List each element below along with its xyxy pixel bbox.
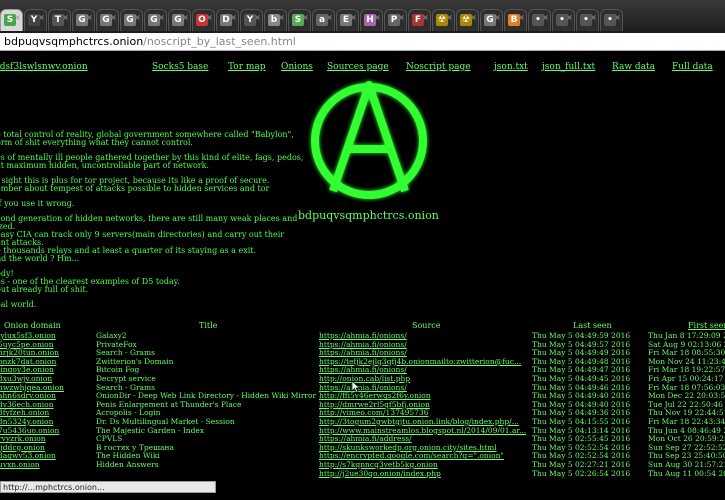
intro-line: out already full of shit. [0, 285, 89, 294]
close-tab-icon[interactable]: × [254, 13, 261, 23]
close-tab-icon[interactable]: × [278, 13, 285, 23]
column-header-title[interactable]: Title [199, 321, 217, 330]
column-header-first-seen[interactable]: First seen [688, 321, 725, 330]
nav-link-raw-data[interactable]: Raw data [612, 62, 655, 72]
last-seen: Thu May 5 02:26:54 2016 [532, 468, 631, 478]
browser-tab[interactable]: D × [216, 9, 239, 31]
close-tab-icon[interactable]: × [446, 13, 453, 23]
nav-link-full-data[interactable]: Full data [672, 62, 713, 72]
nav-link-tor-map[interactable]: Tor map [228, 62, 266, 72]
browser-tab[interactable]: G × [168, 9, 191, 31]
nav-link-json-full[interactable]: json_full.txt [542, 62, 595, 72]
close-tab-icon[interactable]: × [614, 13, 621, 23]
browser-tab[interactable]: S × [0, 9, 23, 31]
column-header-last-seen[interactable]: Last seen [573, 321, 612, 330]
intro-line: if you use it wrong. [0, 199, 75, 208]
close-tab-icon[interactable]: × [230, 13, 237, 23]
onion-domain-link[interactable]: uvxn.onion [0, 460, 40, 470]
browser-tab[interactable]: O × [192, 9, 215, 31]
close-tab-icon[interactable]: × [14, 13, 21, 23]
close-tab-icon[interactable]: × [62, 13, 69, 23]
browser-tab[interactable]: Y × [24, 9, 47, 31]
browser-tab[interactable]: E × [336, 9, 359, 31]
browser-tab[interactable]: G × [96, 9, 119, 31]
close-tab-icon[interactable]: × [38, 13, 45, 23]
tab-bar: S × Y × T × G × G × G × G × G × O × D × Y × b × S × a × E × H × P × F × ☢ × ☢ ×… [0, 0, 725, 34]
browser-tab[interactable]: S × [288, 9, 311, 31]
intro-line: cond generation of hidden networks, ther… [0, 214, 298, 223]
url-host: bdpuqvsqmphctrcs.onion [4, 35, 144, 48]
close-tab-icon[interactable]: × [110, 13, 117, 23]
close-tab-icon[interactable]: × [590, 13, 597, 23]
close-tab-icon[interactable]: × [542, 13, 549, 23]
first-seen: Thu Aug 11 00:54 2015 [648, 468, 725, 478]
close-tab-icon[interactable]: × [470, 13, 477, 23]
browser-tab[interactable]: Y × [240, 9, 263, 31]
close-tab-icon[interactable]: × [374, 13, 381, 23]
column-header-source[interactable]: Source [412, 321, 441, 330]
nav-link-onions[interactable]: Onions [281, 62, 313, 72]
browser-tab[interactable]: H × [360, 9, 383, 31]
browser-tab[interactable]: • × [552, 9, 575, 31]
browser-tab[interactable]: ☢ × [432, 9, 455, 31]
intro-line: nd the world ? Hm... [0, 254, 80, 263]
browser-tab[interactable]: B × [504, 9, 527, 31]
nav-link-noscript-page[interactable]: Noscript page [406, 62, 471, 72]
close-tab-icon[interactable]: × [134, 13, 141, 23]
close-tab-icon[interactable]: × [326, 13, 333, 23]
intro-line: ember about tempest of attacks possible … [0, 184, 270, 193]
close-tab-icon[interactable]: × [158, 13, 165, 23]
url-path: /noscript_by_last_seen.html [143, 35, 296, 48]
browser-tab[interactable]: • × [600, 9, 623, 31]
mouse-cursor-icon [351, 381, 361, 393]
intro-line: eal world. [0, 300, 37, 309]
close-tab-icon[interactable]: × [518, 13, 525, 23]
browser-tab[interactable]: G × [120, 9, 143, 31]
browser-tab[interactable]: T × [48, 9, 71, 31]
source-link[interactable]: http://j2ue30qo.onion/index.php [319, 469, 441, 479]
close-tab-icon[interactable]: × [422, 13, 429, 23]
table-row: http://j2ue30qo.onion/index.php Thu May 5… [0, 468, 725, 479]
intro-line: orm of shit everything what they cannot … [0, 138, 193, 147]
browser-tab[interactable]: G × [144, 9, 167, 31]
column-header-onion-domain[interactable]: Onion domain [4, 321, 61, 330]
browser-tab[interactable]: G × [72, 9, 95, 31]
browser-tab[interactable]: F × [408, 9, 431, 31]
browser-tab[interactable]: a × [312, 9, 335, 31]
nav-link-onion[interactable]: hdsf3lswlsnwv.onion [0, 62, 88, 72]
browser-tab[interactable]: b × [264, 9, 287, 31]
browser-tab[interactable]: • × [576, 9, 599, 31]
site-name: bdpuqvsqmphctrcs.onion [298, 209, 439, 222]
close-tab-icon[interactable]: × [302, 13, 309, 23]
browser-tab[interactable]: P × [384, 9, 407, 31]
browser-tab[interactable]: ☢ × [456, 9, 479, 31]
close-tab-icon[interactable]: × [182, 13, 189, 23]
browser-tab[interactable]: G × [480, 9, 503, 31]
nav-link-socks5-base[interactable]: Socks5 base [152, 62, 208, 72]
close-tab-icon[interactable]: × [86, 13, 93, 23]
browser-tab[interactable]: • × [528, 9, 551, 31]
nav-link-sources-page[interactable]: Sources page [327, 62, 389, 72]
close-tab-icon[interactable]: × [206, 13, 213, 23]
status-bar: http://...mphctrcs.onion... [0, 481, 216, 493]
intro-line: at maximum hidden, uncontrollable part o… [0, 161, 209, 170]
address-bar[interactable]: bdpuqvsqmphctrcs.onion/noscript_by_last_… [0, 33, 725, 51]
close-tab-icon[interactable]: × [494, 13, 501, 23]
close-tab-icon[interactable]: × [566, 13, 573, 23]
site-title: Hidden Answers [96, 460, 159, 469]
page-content: hdsf3lswlsnwv.onion Socks5 base Tor map … [0, 51, 725, 500]
close-tab-icon[interactable]: × [398, 13, 405, 23]
close-tab-icon[interactable]: × [350, 13, 357, 23]
anarchy-logo-icon [311, 81, 427, 199]
nav-link-json[interactable]: json.txt [494, 62, 528, 72]
